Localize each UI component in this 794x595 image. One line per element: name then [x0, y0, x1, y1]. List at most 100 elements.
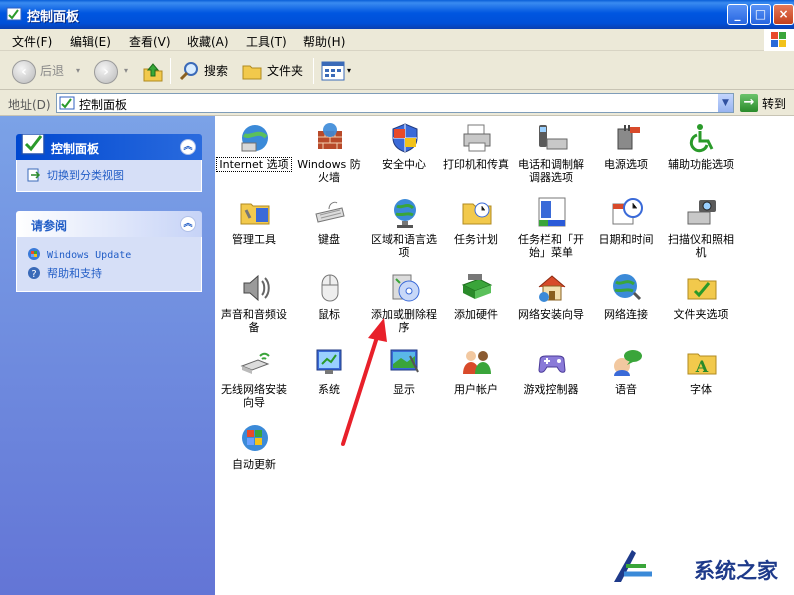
help-and-support-label: 帮助和支持: [47, 267, 102, 280]
control-panel-items: Internet 选项 Windows 防火墙 安全中心 打印机和传真 电话和调…: [215, 116, 794, 595]
item-label: 安全中心: [382, 158, 426, 171]
svg-text:?: ?: [31, 269, 36, 280]
switch-view-icon: [27, 168, 41, 182]
views-icon[interactable]: [321, 60, 345, 82]
switch-to-category-view-label: 切换到分类视图: [47, 169, 124, 182]
item-label: 自动更新: [232, 458, 276, 471]
item-label: 辅助功能选项: [668, 158, 734, 171]
minimize-button[interactable]: _: [727, 4, 748, 25]
see-also-section-body: Windows Update ? 帮助和支持: [16, 237, 202, 292]
item-label: 显示: [393, 383, 415, 396]
item-label: 任务栏和「开始」菜单: [518, 233, 584, 259]
up-folder-icon[interactable]: [141, 60, 165, 84]
mouse-icon: [321, 274, 339, 302]
add-remove-programs-icon: [392, 274, 420, 302]
item-label: 管理工具: [232, 233, 276, 246]
collapse-chevron-icon[interactable]: ︽: [180, 216, 196, 232]
item-label: 日期和时间: [598, 233, 654, 246]
switch-to-category-view-link[interactable]: 切换到分类视图: [27, 166, 191, 185]
admin-tools-icon: [240, 203, 270, 225]
game-controllers-icon: [538, 355, 566, 373]
region-language-icon: [394, 199, 416, 228]
system-icon: [316, 349, 342, 374]
close-button[interactable]: ×: [773, 4, 794, 25]
go-button[interactable]: → 转到: [740, 93, 792, 113]
taskbar-icon: [538, 197, 566, 227]
printer-fax-icon: [463, 124, 491, 152]
item-label: 打印机和传真: [443, 158, 509, 171]
windows-update-icon: [28, 248, 40, 260]
go-label: 转到: [762, 97, 787, 111]
menu-edit[interactable]: 编辑(E): [70, 33, 111, 50]
item-label: 电话和调制解调器选项: [518, 158, 584, 184]
menu-view[interactable]: 查看(V): [129, 33, 171, 50]
windows-update-link[interactable]: Windows Update: [27, 245, 191, 264]
control-panel-section-body: 切换到分类视图: [16, 160, 202, 192]
network-setup-icon: [538, 275, 566, 302]
automatic-updates-icon: [242, 425, 268, 451]
item-label: 区域和语言选项: [371, 233, 437, 259]
watermark: 系统之家: [606, 540, 794, 595]
views-dropdown-icon[interactable]: ▾: [347, 59, 351, 83]
scheduled-tasks-icon: [462, 202, 492, 225]
address-dropdown-icon[interactable]: ▼: [717, 94, 733, 112]
wireless-setup-icon: [240, 352, 270, 374]
folders-icon[interactable]: [241, 60, 263, 82]
control-panel-section-header[interactable]: 控制面板 ︽: [16, 134, 202, 160]
internet-options-icon: [241, 125, 268, 152]
firewall-icon: [318, 123, 342, 149]
item-label: 声音和音频设备: [221, 308, 287, 334]
go-arrow-icon: →: [740, 94, 758, 112]
item-label: 语音: [615, 383, 637, 396]
add-hardware-icon: [461, 274, 493, 299]
help-icon: ?: [28, 267, 40, 280]
see-also-section: 请参阅 ︽ Windows Update ? 帮助和支持: [16, 211, 202, 292]
svg-text:A: A: [695, 357, 709, 376]
maximize-button[interactable]: □: [750, 4, 771, 25]
back-dropdown-icon[interactable]: ▾: [76, 59, 80, 83]
power-options-icon: [617, 125, 640, 150]
item-label: 键盘: [318, 233, 340, 246]
item-label: 无线网络安装向导: [221, 383, 287, 409]
item-label: 字体: [690, 383, 712, 396]
sound-icon: [243, 274, 270, 302]
item-label: 扫描仪和照相机: [668, 233, 734, 259]
watermark-text: 系统之家: [694, 559, 778, 583]
menu-help[interactable]: 帮助(H): [303, 33, 345, 50]
menu-file[interactable]: 文件(F): [12, 33, 52, 50]
address-input[interactable]: 控制面板 ▼: [56, 93, 734, 113]
item-label: 添加硬件: [454, 308, 498, 321]
search-button[interactable]: 搜索: [204, 59, 228, 83]
folders-button[interactable]: 文件夹: [267, 59, 303, 83]
network-connections-icon: [613, 274, 642, 301]
item-label: 系统: [318, 383, 340, 396]
menu-favorites[interactable]: 收藏(A): [187, 33, 229, 50]
item-label: 文件夹选项: [673, 308, 729, 321]
item-label: 网络安装向导: [518, 308, 584, 321]
collapse-chevron-icon[interactable]: ︽: [180, 139, 196, 155]
item-label: 鼠标: [318, 308, 340, 321]
forward-arrow-icon[interactable]: ›: [94, 60, 118, 84]
folder-options-icon: [687, 278, 717, 300]
menu-tools[interactable]: 工具(T): [246, 33, 287, 50]
item-label: 电源选项: [604, 158, 648, 171]
watermark-logo-icon: [614, 550, 652, 582]
back-arrow-icon[interactable]: ‹: [12, 60, 36, 84]
toolbar-separator: [313, 58, 314, 84]
date-time-icon: [612, 198, 643, 225]
window-title: 控制面板: [27, 10, 80, 25]
accessibility-icon: [689, 124, 714, 153]
toolbar-separator: [170, 58, 171, 84]
item-label: Internet 选项: [216, 157, 292, 172]
control-panel-icon: [6, 7, 22, 21]
item-label: 任务计划: [454, 233, 498, 246]
forward-dropdown-icon[interactable]: ▾: [124, 59, 128, 83]
see-also-section-header[interactable]: 请参阅 ︽: [16, 211, 202, 237]
address-label: 地址(D): [8, 98, 51, 112]
menu-bar: 文件(F) 编辑(E) 查看(V) 收藏(A) 工具(T) 帮助(H): [0, 29, 794, 51]
item-label: 添加或删除程序: [371, 308, 437, 334]
search-icon[interactable]: [178, 60, 200, 82]
back-button[interactable]: 后退: [40, 59, 64, 83]
title-bar: 控制面板 _ □ ×: [0, 0, 794, 29]
help-and-support-link[interactable]: ? 帮助和支持: [27, 264, 191, 283]
